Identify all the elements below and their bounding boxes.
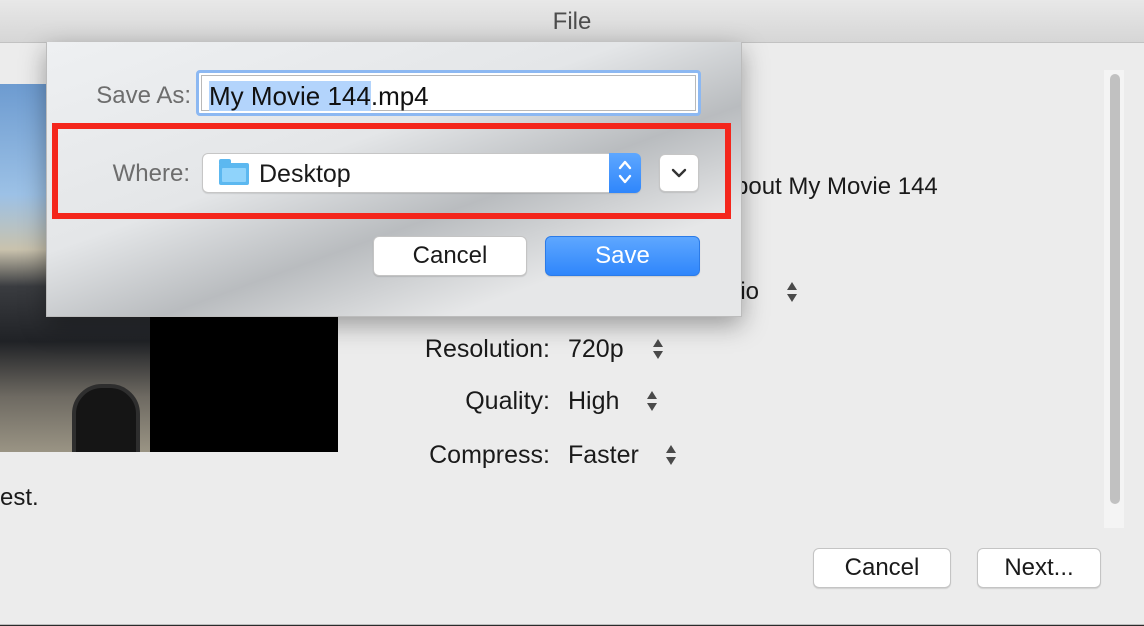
next-button[interactable]: Next... <box>977 548 1101 588</box>
resolution-label: Resolution: <box>424 335 550 363</box>
compress-label: Compress: <box>429 441 550 469</box>
resolution-value[interactable]: 720p <box>568 335 624 364</box>
thumbnail-tire <box>72 384 140 452</box>
sheet-cancel-button[interactable]: Cancel <box>373 236 527 276</box>
quality-label: Quality: <box>465 387 550 415</box>
folder-icon <box>219 159 249 185</box>
window-title: File <box>552 8 592 35</box>
where-label: Where: <box>112 160 190 187</box>
compress-stepper-icon[interactable] <box>665 442 677 468</box>
quality-value[interactable]: High <box>568 387 619 416</box>
chevron-down-icon <box>671 168 687 178</box>
footer-text: est. <box>0 484 39 511</box>
about-text: bout My Movie 144 <box>735 173 938 200</box>
save-as-input[interactable]: My Movie 144.mp4 <box>196 70 701 116</box>
compress-value[interactable]: Faster <box>568 441 639 470</box>
expand-button[interactable] <box>659 154 699 192</box>
quality-stepper-icon[interactable] <box>646 388 658 414</box>
format-stepper-icon[interactable] <box>786 279 798 305</box>
quality-row: Quality: <box>340 387 550 417</box>
sheet-save-button[interactable]: Save <box>545 236 700 276</box>
resolution-stepper-icon[interactable] <box>652 336 664 362</box>
compress-row: Compress: <box>340 441 550 471</box>
where-value: Desktop <box>259 160 351 188</box>
where-popup[interactable]: Desktop <box>202 153 641 193</box>
save-as-label: Save As: <box>96 82 191 109</box>
filename-selection: My Movie 144 <box>209 81 371 111</box>
scrollbar-thumb[interactable] <box>1110 74 1120 504</box>
filename-extension: .mp4 <box>370 81 429 111</box>
resolution-row: Resolution: <box>340 335 550 365</box>
save-as-text: My Movie 144.mp4 <box>209 81 429 112</box>
cancel-button[interactable]: Cancel <box>813 548 951 588</box>
title-bar: File <box>0 0 1144 43</box>
updown-chevrons-icon <box>609 153 641 193</box>
